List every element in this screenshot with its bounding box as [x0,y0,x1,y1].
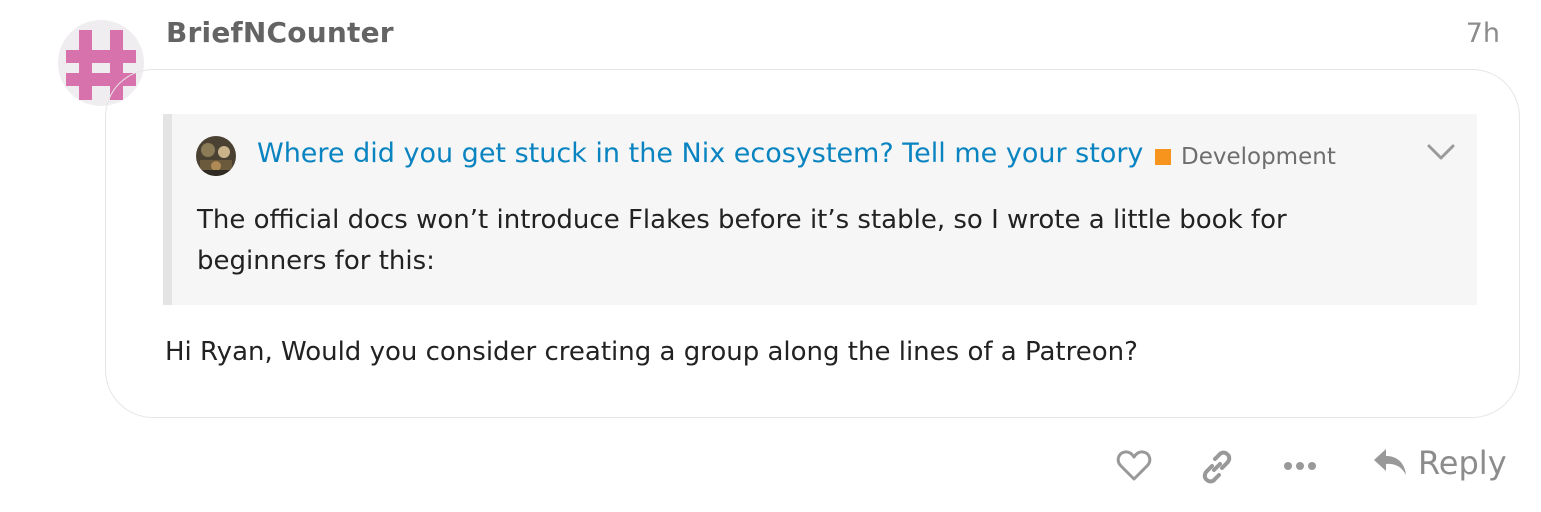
reply-label: Reply [1418,444,1507,482]
quote-topic-link[interactable]: Where did you get stuck in the Nix ecosy… [257,138,1143,169]
quote-avatar[interactable] [196,136,236,176]
post-username[interactable]: BriefNCounter [166,16,394,49]
link-icon [1202,450,1232,484]
quoted-user-avatar-icon [196,136,236,176]
heart-icon [1116,450,1152,481]
quote-text: The official docs won’t introduce Flakes… [197,205,1287,276]
quote-expand-toggle[interactable] [1426,140,1456,164]
category-color-swatch [1155,149,1171,165]
like-button[interactable] [1116,448,1152,484]
copy-link-button[interactable] [1198,448,1236,486]
post-body-text: Hi Ryan, Would you consider creating a g… [165,337,1138,367]
chevron-down-icon [1427,144,1455,160]
quote-block: Where did you get stuck in the Nix ecosy… [163,114,1477,305]
category-label: Development [1181,144,1336,170]
reply-arrow-icon [1374,449,1406,475]
post-date[interactable]: 7h [1466,18,1500,49]
reply-button[interactable]: Reply [1372,444,1507,482]
ellipsis-icon [1284,462,1316,470]
more-options-button[interactable] [1283,458,1317,474]
category-badge[interactable]: Development [1155,144,1336,170]
